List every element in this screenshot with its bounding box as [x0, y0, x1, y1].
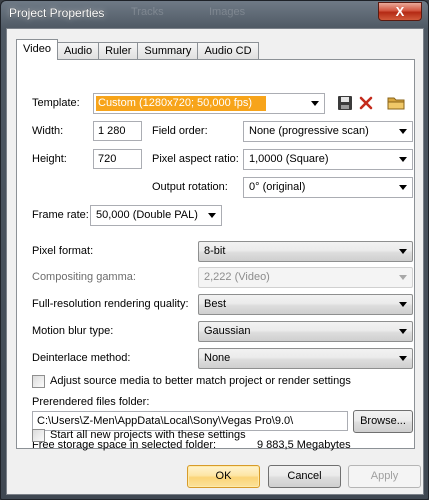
- render-quality-label: Full-resolution rendering quality:: [32, 298, 189, 310]
- compositing-gamma-dropdown[interactable]: 2,222 (Video): [198, 267, 413, 288]
- cancel-button[interactable]: Cancel: [268, 465, 341, 488]
- chevron-down-icon: [399, 275, 407, 280]
- close-icon: X: [395, 4, 405, 19]
- apply-button[interactable]: Apply: [348, 465, 421, 488]
- adjust-media-label[interactable]: Adjust source media to better match proj…: [50, 375, 351, 387]
- chevron-down-icon: [399, 185, 407, 190]
- template-value[interactable]: Custom (1280x720; 50,000 fps): [96, 96, 266, 111]
- tab-strip: Video Audio Ruler Summary Audio CD: [16, 39, 259, 60]
- frame-rate-value: 50,000 (Double PAL): [96, 209, 198, 221]
- save-icon: [338, 96, 352, 110]
- folder-icon: [387, 97, 405, 110]
- close-button[interactable]: X: [378, 2, 422, 21]
- deinterlace-label: Deinterlace method:: [32, 352, 131, 364]
- tab-ruler[interactable]: Ruler: [98, 42, 139, 60]
- window-title: Project Properties: [9, 6, 105, 20]
- pixel-aspect-label: Pixel aspect ratio:: [152, 153, 239, 165]
- prerendered-folder-label: Prerendered files folder:: [32, 396, 150, 408]
- height-field[interactable]: 720: [93, 149, 142, 169]
- field-order-dropdown[interactable]: None (progressive scan): [243, 121, 413, 142]
- dialog-client: Video Audio Ruler Summary Audio CD Templ…: [6, 28, 424, 495]
- free-space-value: 9 883,5 Megabytes: [257, 439, 351, 451]
- frame-rate-label: Frame rate:: [32, 209, 89, 221]
- chevron-down-icon: [399, 329, 407, 334]
- chevron-down-icon: [399, 249, 407, 254]
- chevron-down-icon[interactable]: [311, 101, 319, 106]
- open-folder-button[interactable]: [387, 95, 405, 113]
- field-order-value: None (progressive scan): [249, 125, 369, 137]
- compositing-gamma-label: Compositing gamma:: [32, 271, 136, 283]
- render-quality-value: Best: [204, 298, 227, 310]
- output-rotation-dropdown[interactable]: 0° (original): [243, 177, 413, 198]
- deinterlace-dropdown[interactable]: None: [198, 348, 413, 369]
- render-quality-dropdown[interactable]: Best: [198, 294, 413, 315]
- pixel-format-dropdown[interactable]: 8-bit: [198, 241, 413, 262]
- browse-button[interactable]: Browse...: [353, 410, 413, 433]
- width-field[interactable]: 1 280: [93, 121, 142, 141]
- frame-rate-dropdown[interactable]: 50,000 (Double PAL): [90, 205, 222, 226]
- height-label: Height:: [32, 153, 67, 165]
- prerendered-folder-field[interactable]: C:\Users\Z-Men\AppData\Local\Sony\Vegas …: [32, 411, 348, 431]
- field-order-label: Field order:: [152, 125, 208, 137]
- chevron-down-icon: [399, 157, 407, 162]
- background-ghost-text: Tracks: [131, 6, 164, 18]
- save-template-button[interactable]: [337, 95, 355, 113]
- deinterlace-value: None: [204, 352, 231, 364]
- start-new-projects-label[interactable]: Start all new projects with these settin…: [50, 429, 246, 441]
- pixel-format-value: 8-bit: [204, 245, 226, 257]
- adjust-media-checkbox[interactable]: [32, 375, 45, 388]
- tab-summary[interactable]: Summary: [137, 42, 199, 60]
- output-rotation-value: 0° (original): [249, 181, 306, 193]
- delete-template-button[interactable]: [358, 95, 376, 113]
- tab-video[interactable]: Video: [16, 39, 58, 60]
- ok-button[interactable]: OK: [187, 465, 260, 488]
- delete-icon: [359, 96, 373, 110]
- motion-blur-value: Gaussian: [204, 325, 251, 337]
- motion-blur-dropdown[interactable]: Gaussian: [198, 321, 413, 342]
- template-label: Template:: [32, 97, 80, 109]
- video-tab-panel: Template: Custom (1280x720; 50,000 fps): [16, 59, 415, 451]
- separator: [29, 234, 405, 235]
- chevron-down-icon: [208, 213, 216, 218]
- motion-blur-label: Motion blur type:: [32, 325, 114, 337]
- width-label: Width:: [32, 125, 64, 137]
- title-bar[interactable]: Project Properties Tracks Images X: [1, 1, 428, 27]
- pixel-aspect-value: 1,0000 (Square): [249, 153, 329, 165]
- compositing-gamma-value: 2,222 (Video): [204, 271, 270, 283]
- chevron-down-icon: [399, 356, 407, 361]
- pixel-format-label: Pixel format:: [32, 245, 94, 257]
- project-properties-window: Project Properties Tracks Images X Video…: [0, 0, 429, 500]
- start-new-projects-checkbox[interactable]: [32, 429, 45, 442]
- tab-audio-cd[interactable]: Audio CD: [197, 42, 259, 60]
- template-combobox[interactable]: Custom (1280x720; 50,000 fps): [93, 93, 325, 114]
- background-ghost-text: Images: [209, 6, 246, 18]
- pixel-aspect-dropdown[interactable]: 1,0000 (Square): [243, 149, 413, 170]
- tab-audio[interactable]: Audio: [56, 42, 100, 60]
- output-rotation-label: Output rotation:: [152, 181, 228, 193]
- chevron-down-icon: [399, 302, 407, 307]
- chevron-down-icon: [399, 129, 407, 134]
